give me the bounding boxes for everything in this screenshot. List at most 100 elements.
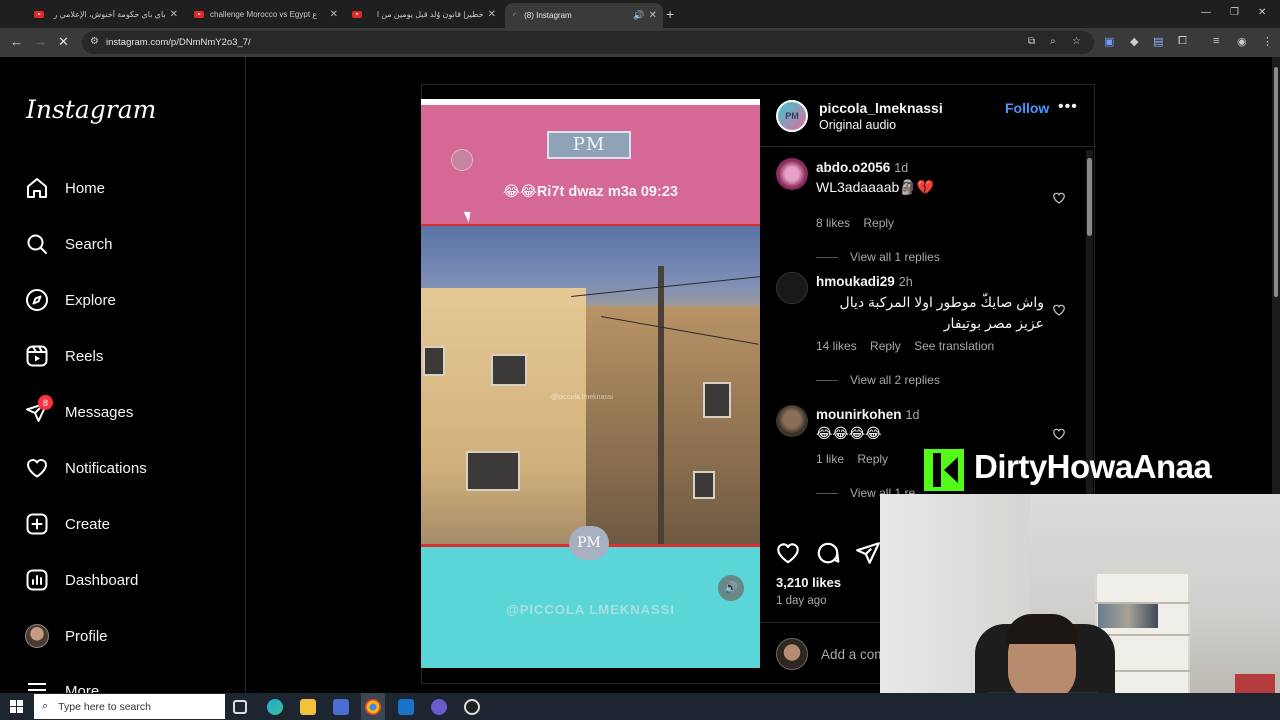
browser-tab[interactable]: خطير| قانون وُلد قبل يومين من ا ✕ [344,4,502,24]
back-button[interactable]: ← [10,34,23,49]
sidebar-item-label: Reels [65,347,104,365]
speaker-icon[interactable]: 🔊 [633,10,644,21]
forward-button[interactable]: → [34,34,47,49]
store-icon[interactable] [333,699,349,715]
obs-icon[interactable] [464,699,480,715]
reply-button[interactable]: Reply [863,216,894,230]
close-tab-icon[interactable]: ✕ [170,9,178,20]
bookmark-star-icon[interactable]: ☆ [1072,36,1081,47]
file-explorer-icon[interactable] [300,699,316,715]
sidebar-item-profile[interactable]: Profile [24,621,108,651]
sidebar-item-dashboard[interactable]: Dashboard [24,565,138,595]
edge-icon[interactable] [267,699,283,715]
install-icon[interactable]: ⧉ [1028,36,1035,47]
reel-video[interactable]: PM 😂😂Ri7t dwaz m3a 09:23 @piccola lmekna… [421,99,760,668]
comment-time: 1d [905,408,920,422]
building [421,288,586,544]
close-tab-icon[interactable]: ✕ [330,9,338,20]
audio-link[interactable]: Original audio [819,118,896,132]
task-view-icon[interactable] [233,700,247,714]
browser-tab[interactable]: باي باي حكومة أخنوش، الإعلامي ر ✕ [26,4,184,24]
commenter-avatar[interactable] [776,158,808,190]
commenter-avatar[interactable] [776,405,808,437]
video-watermark: @piccola lmeknassi [551,394,613,401]
profile-icon[interactable]: ◉ [1237,35,1247,48]
page-scrollbar-thumb[interactable] [1274,67,1278,297]
sidebar-item-home[interactable]: Home [24,173,105,203]
sidebar-item-more[interactable]: More [24,677,99,693]
reply-button[interactable]: Reply [870,339,901,353]
outlook-icon[interactable] [398,699,414,715]
reply-button[interactable]: Reply [857,452,888,466]
utility-pole [658,266,664,544]
comment-item: hmoukadi29 2h واش صايكّ موطور اولا المركب… [760,272,1080,392]
address-bar[interactable]: ⚙ instagram.com/p/DNmNmY2o3_7/ ⧉ ⌕ ☆ [82,31,1094,54]
view-replies-button[interactable]: View all 2 replies [816,373,940,387]
commenter-username[interactable]: hmoukadi29 2h [816,274,913,289]
browser-tab-active[interactable]: ◜ (8) Instagram 🔊 ✕ [505,3,663,28]
comment-icon[interactable] [815,540,841,566]
media-control-icon[interactable]: ≡ [1213,35,1219,47]
audio-toggle-icon[interactable]: 🔊 [718,575,744,601]
comment-like-icon[interactable] [1052,191,1066,205]
comment-meta: 14 likes Reply See translation [816,339,1004,353]
close-tab-icon[interactable]: ✕ [649,10,657,21]
sidebar-item-create[interactable]: Create [24,509,110,539]
extension-icon[interactable]: ▤ [1153,35,1163,48]
follow-button[interactable]: Follow [1005,100,1049,116]
like-icon[interactable] [775,540,801,566]
close-tab-icon[interactable]: ✕ [488,9,496,20]
window [423,346,445,376]
video-caption: 😂😂Ri7t dwaz m3a 09:23 [503,184,678,200]
window [491,354,527,386]
see-translation-button[interactable]: See translation [914,339,994,353]
site-info-icon[interactable]: ⚙ [90,36,99,47]
sidebar-item-label: Explore [65,291,116,309]
author-avatar[interactable]: PM [776,100,808,132]
extension-translate-icon[interactable]: ▣ [1104,35,1114,48]
sidebar-item-notifications[interactable]: Notifications [24,453,147,483]
comment-likes[interactable]: 1 like [816,452,844,466]
more-options-icon[interactable]: ••• [1058,98,1078,116]
sidebar-item-search[interactable]: Search [24,229,113,259]
comment-like-icon[interactable] [1052,303,1066,317]
close-window-button[interactable]: ✕ [1258,7,1266,18]
app-icon[interactable] [431,699,447,715]
restore-button[interactable]: ❐ [1230,7,1239,18]
windows-start-icon[interactable] [10,700,23,713]
share-icon[interactable] [855,540,881,566]
chrome-icon[interactable] [365,699,381,715]
instagram-logo[interactable]: Instagram [26,95,156,124]
taskbar-search-placeholder: Type here to search [58,700,151,713]
likes-count[interactable]: 3,210 likes [776,575,841,590]
comment-text: WL3adaaaab🗿💔 [816,179,935,195]
comment-like-icon[interactable] [1052,427,1066,441]
commenter-avatar[interactable] [776,272,808,304]
taskbar-search[interactable]: ⌕ Type here to search [34,694,225,719]
extensions-puzzle-icon[interactable]: ⧠ [1178,35,1187,48]
commenter-username[interactable]: abdo.o2056 1d [816,160,908,175]
stop-button[interactable]: ✕ [58,34,69,50]
tab-title: challenge Morocco vs Egypt ع [210,9,318,19]
sidebar-item-explore[interactable]: Explore [24,285,116,315]
extension-icon[interactable]: ◆ [1130,35,1138,48]
view-replies-button[interactable]: View all 1 replies [816,250,940,264]
paper-plane-icon: 8 [24,395,53,425]
sidebar-item-messages[interactable]: 8 Messages [24,395,134,427]
video-handle-text: @PICCOLA LMEKNASSI [506,602,675,617]
comment-likes[interactable]: 14 likes [816,339,857,353]
chrome-menu-icon[interactable]: ⋮ [1262,35,1273,48]
post-time[interactable]: 1 day ago [776,595,827,607]
small-avatar-sticker [451,149,473,171]
menu-icon [24,677,50,693]
comments-scrollbar-thumb[interactable] [1087,158,1092,236]
sidebar-item-reels[interactable]: Reels [24,341,103,371]
author-username[interactable]: piccola_lmeknassi [819,100,943,116]
commenter-username[interactable]: mounirkohen 1d [816,407,919,422]
browser-tab[interactable]: challenge Morocco vs Egypt ع ✕ [186,4,344,24]
sidebar-item-label: Messages [65,403,134,421]
zoom-icon[interactable]: ⌕ [1050,36,1056,47]
new-tab-button[interactable]: + [666,6,674,22]
comment-likes[interactable]: 8 likes [816,216,850,230]
minimize-button[interactable]: — [1201,7,1211,18]
